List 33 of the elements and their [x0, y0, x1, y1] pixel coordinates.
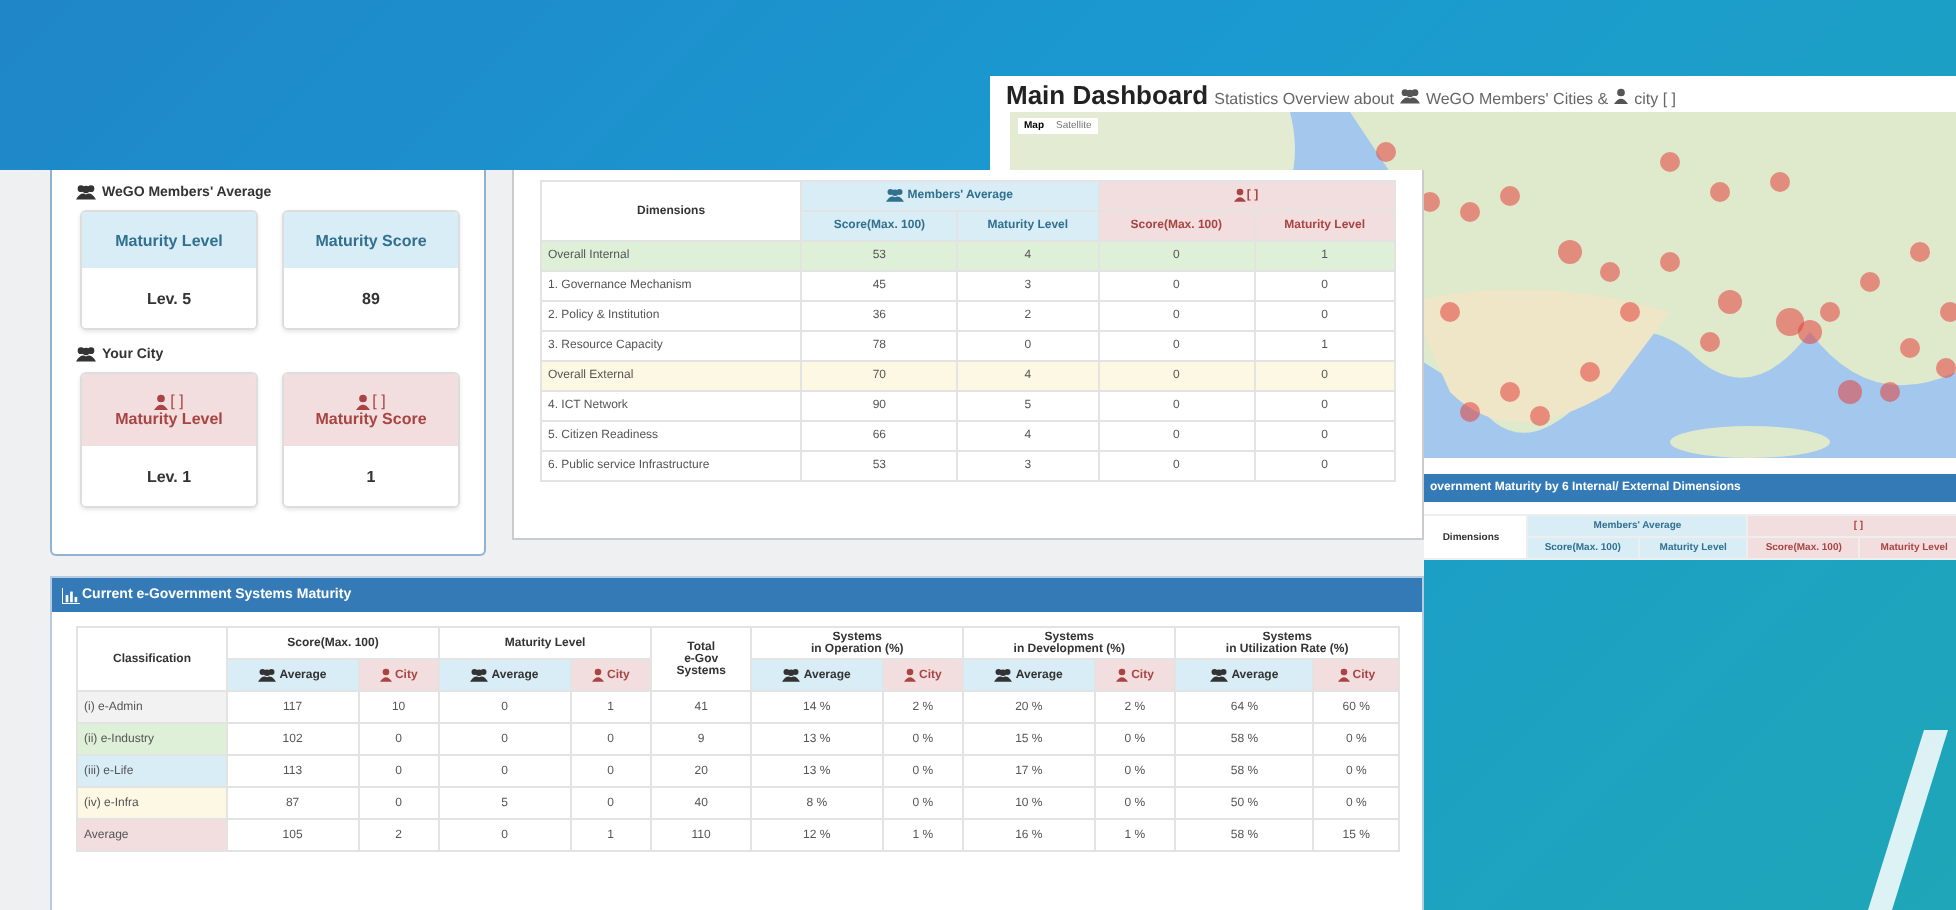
- dashboard-title: Main Dashboard: [1006, 80, 1209, 110]
- bar-chart-icon: [62, 587, 80, 603]
- city-label: city [ ]: [1634, 90, 1677, 108]
- user-icon: [1234, 188, 1247, 203]
- user-icon: [1115, 667, 1128, 682]
- users-icon: [994, 667, 1013, 682]
- user-icon: [1337, 667, 1350, 682]
- user-icon: [154, 393, 169, 409]
- card-value: Lev. 1: [146, 467, 192, 485]
- card-label: Maturity Score: [315, 410, 427, 428]
- users-icon: [1399, 88, 1420, 104]
- dashboard-subtitle: Statistics Overview about: [1214, 90, 1394, 108]
- card-label: Maturity Level: [115, 410, 223, 428]
- card-label: Maturity Level: [115, 231, 223, 249]
- members-cities-label: WeGO Members' Cities &: [1425, 90, 1609, 108]
- users-icon: [782, 667, 801, 682]
- user-icon: [903, 667, 916, 682]
- card-value: 89: [362, 289, 380, 307]
- user-icon: [1614, 88, 1629, 104]
- card-value: Lev. 5: [146, 289, 192, 307]
- card-value: 1: [366, 467, 376, 485]
- users-icon: [258, 667, 277, 682]
- users-icon: [1210, 667, 1229, 682]
- card-label: Maturity Score: [315, 231, 427, 249]
- users-icon: [470, 667, 489, 682]
- user-icon: [591, 667, 604, 682]
- city-name: [ ]: [372, 392, 386, 410]
- city-name: [ ]: [170, 392, 184, 410]
- user-icon: [356, 393, 371, 409]
- user-icon: [379, 667, 392, 682]
- users-icon: [886, 188, 905, 203]
- users-icon: [76, 184, 96, 200]
- users-icon: [76, 346, 96, 362]
